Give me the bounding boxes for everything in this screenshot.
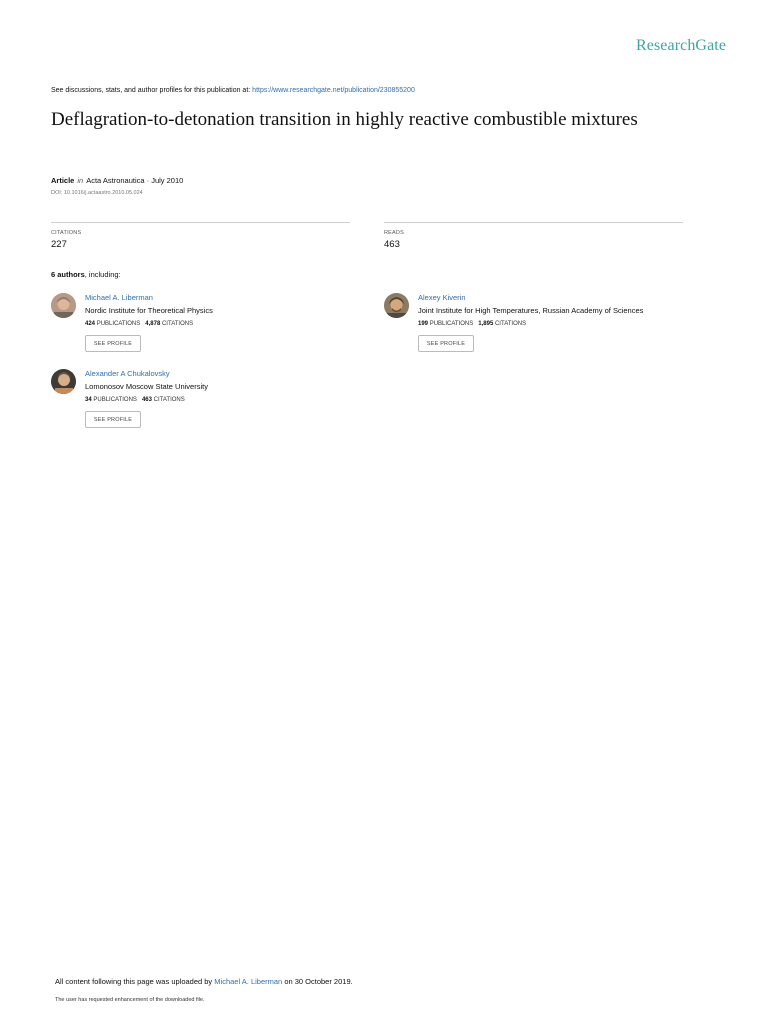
author-institution: Lomonosov Moscow State University bbox=[85, 382, 208, 391]
citations-label: CITATIONS bbox=[161, 321, 194, 327]
uploader-link[interactable]: Michael A. Liberman bbox=[214, 977, 282, 986]
author-stats: 199 PUBLICATIONS 1,895 CITATIONS bbox=[418, 321, 526, 327]
see-profile-button[interactable]: SEE PROFILE bbox=[85, 411, 141, 428]
citations-count: 463 bbox=[141, 397, 152, 403]
reads-label: READS bbox=[384, 230, 404, 236]
citations-label: CITATIONS bbox=[51, 230, 82, 236]
author-name-link[interactable]: Michael A. Liberman bbox=[85, 293, 153, 302]
avatar[interactable] bbox=[51, 369, 76, 394]
upload-suffix: on 30 October 2019. bbox=[282, 977, 353, 986]
publication-url-link[interactable]: https://www.researchgate.net/publication… bbox=[252, 87, 415, 94]
author-card: Michael A. Liberman Nordic Institute for… bbox=[51, 293, 351, 363]
authors-count: 6 authors bbox=[51, 270, 85, 279]
author-name-link[interactable]: Alexander A Chukalovsky bbox=[85, 369, 170, 378]
discussion-prefix: See discussions, stats, and author profi… bbox=[51, 87, 253, 94]
citations-divider bbox=[51, 222, 350, 223]
avatar[interactable] bbox=[384, 293, 409, 318]
publications-label: PUBLICATIONS bbox=[96, 321, 141, 327]
enhancement-note: The user has requested enhancement of th… bbox=[55, 997, 205, 1003]
citations-count: 1,895 bbox=[478, 321, 494, 327]
authors-suffix: , including: bbox=[84, 270, 121, 279]
author-stats: 424 PUBLICATIONS 4,878 CITATIONS bbox=[85, 321, 193, 327]
see-profile-button[interactable]: SEE PROFILE bbox=[418, 335, 474, 352]
author-institution: Nordic Institute for Theoretical Physics bbox=[85, 306, 213, 315]
reads-divider bbox=[384, 222, 683, 223]
citations-value: 227 bbox=[51, 239, 67, 250]
publication-type: Article bbox=[51, 176, 75, 185]
publication-title: Deflagration-to-detonation transition in… bbox=[51, 109, 638, 130]
avatar[interactable] bbox=[51, 293, 76, 318]
see-profile-button[interactable]: SEE PROFILE bbox=[85, 335, 141, 352]
authors-heading: 6 authors, including: bbox=[51, 270, 121, 279]
journal-info: Acta Astronautica · July 2010 bbox=[86, 176, 184, 185]
discussion-line: See discussions, stats, and author profi… bbox=[51, 87, 415, 94]
upload-prefix: All content following this page was uplo… bbox=[55, 977, 215, 986]
publications-count: 424 bbox=[85, 321, 96, 327]
in-word: in bbox=[77, 176, 84, 185]
citations-label: CITATIONS bbox=[494, 321, 527, 327]
upload-notice: All content following this page was uplo… bbox=[55, 977, 353, 986]
avatar-photo-icon bbox=[51, 369, 76, 394]
avatar-photo-icon bbox=[384, 293, 409, 318]
reads-value: 463 bbox=[384, 239, 400, 250]
author-institution: Joint Institute for High Temperatures, R… bbox=[418, 306, 644, 315]
publications-label: PUBLICATIONS bbox=[429, 321, 474, 327]
citations-count: 4,878 bbox=[145, 321, 161, 327]
publications-count: 199 bbox=[418, 321, 429, 327]
publication-doi: DOI: 10.1016/j.actaastro.2010.05.024 bbox=[51, 190, 143, 196]
author-stats: 34 PUBLICATIONS 463 CITATIONS bbox=[85, 397, 185, 403]
publications-count: 34 bbox=[85, 397, 92, 403]
author-card: Alexander A Chukalovsky Lomonosov Moscow… bbox=[51, 369, 351, 439]
avatar-photo-icon bbox=[51, 293, 76, 318]
researchgate-logo[interactable]: ResearchGate bbox=[636, 37, 726, 55]
author-name-link[interactable]: Alexey Kiverin bbox=[418, 293, 466, 302]
publication-meta: Article in Acta Astronautica · July 2010 bbox=[51, 176, 183, 185]
citations-label: CITATIONS bbox=[153, 397, 185, 403]
author-card: Alexey Kiverin Joint Institute for High … bbox=[384, 293, 704, 363]
publications-label: PUBLICATIONS bbox=[93, 397, 137, 403]
